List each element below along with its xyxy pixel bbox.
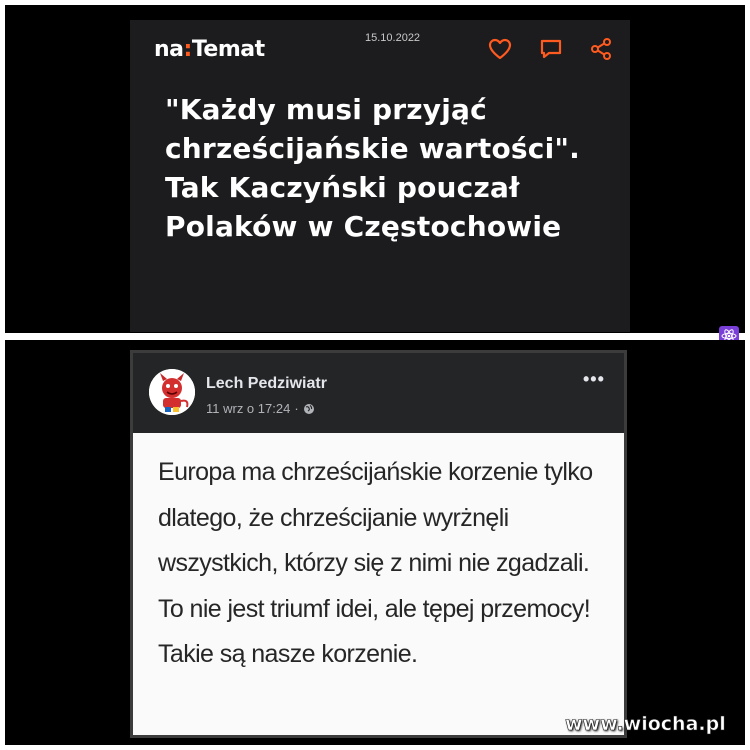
post-meta: 11 wrz o 17:24 · <box>206 401 315 416</box>
top-panel: na:Temat 15.10.2022 "Każdy musi przyjąć … <box>5 5 745 333</box>
avatar[interactable] <box>149 369 195 415</box>
heart-icon <box>488 38 512 60</box>
logo-prefix: na <box>154 37 184 62</box>
article-headline[interactable]: "Każdy musi przyjąć chrześcijańskie wart… <box>165 90 625 246</box>
devil-avatar-icon <box>149 369 195 415</box>
logo-name: Temat <box>191 37 265 62</box>
natemat-logo[interactable]: na:Temat <box>154 37 265 62</box>
globe-icon <box>303 403 314 414</box>
like-button[interactable] <box>487 36 513 62</box>
post-timestamp[interactable]: 11 wrz o 17:24 <box>206 401 290 416</box>
article-date: 15.10.2022 <box>365 32 421 44</box>
comment-button[interactable] <box>538 36 564 62</box>
post-header: Lech Pedziwiatr 11 wrz o 17:24 · ••• <box>133 353 624 433</box>
facebook-post: Lech Pedziwiatr 11 wrz o 17:24 · ••• Eur… <box>130 350 627 738</box>
post-text: Europa ma chrześcijańskie korzenie tylko… <box>158 458 593 668</box>
share-icon <box>591 38 611 60</box>
meta-separator: · <box>294 401 299 416</box>
share-button[interactable] <box>588 36 614 62</box>
natemat-article-card[interactable]: na:Temat 15.10.2022 "Każdy musi przyjąć … <box>130 20 630 332</box>
comment-icon <box>540 39 562 59</box>
more-options-button[interactable]: ••• <box>583 369 605 390</box>
watermark: www.wiocha.pl <box>565 713 726 736</box>
post-author[interactable]: Lech Pedziwiatr <box>206 375 327 393</box>
logo-separator: : <box>183 37 193 62</box>
